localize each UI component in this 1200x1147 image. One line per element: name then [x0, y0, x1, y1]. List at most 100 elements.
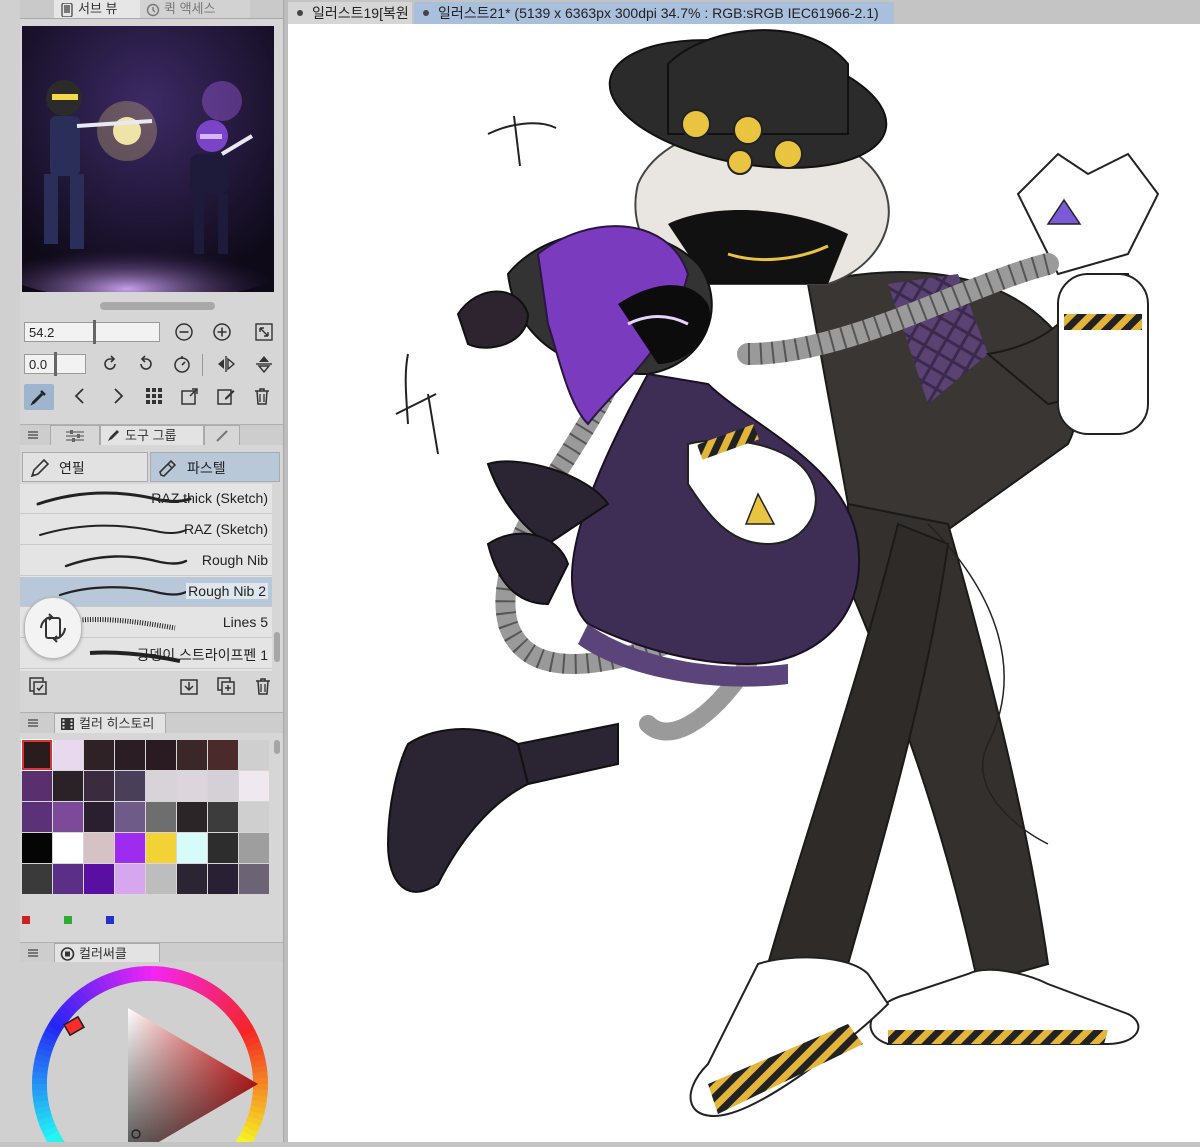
fit-to-window-button[interactable] [252, 320, 276, 344]
color-swatch[interactable] [53, 864, 83, 894]
brush-item-rough-nib[interactable]: Rough Nib [20, 546, 272, 576]
color-swatch[interactable] [53, 833, 83, 863]
tab-quick-access[interactable]: 퀵 액세스 [140, 0, 250, 18]
edit-button[interactable] [214, 384, 238, 408]
pen-tool-icon [108, 430, 119, 441]
drawing-canvas[interactable] [288, 24, 1200, 1142]
download-subtool-button[interactable] [177, 674, 201, 698]
navigator-thumbnail[interactable] [22, 26, 274, 292]
color-swatch[interactable] [84, 802, 114, 832]
subtool-pencil-button[interactable]: 연필 [22, 452, 148, 482]
document-tab-dot [297, 10, 303, 16]
next-button[interactable] [106, 384, 130, 408]
color-swatch[interactable] [53, 802, 83, 832]
color-wheel[interactable] [20, 962, 283, 1142]
flip-horizontal-button[interactable] [214, 352, 238, 376]
reset-rotation-icon [174, 356, 190, 373]
hue-ring-segment[interactable] [143, 966, 152, 982]
rotate-left-button[interactable] [98, 352, 122, 376]
grid-view-button[interactable] [142, 384, 166, 408]
sliders-icon [66, 430, 84, 442]
color-swatch[interactable] [22, 771, 52, 801]
color-swatch[interactable] [84, 740, 114, 770]
color-swatch[interactable] [177, 771, 207, 801]
subtool-settings-icon [29, 677, 47, 695]
brush-list-scrollbar[interactable] [274, 632, 280, 662]
document-tab-illust19[interactable]: 일러스트19[복원 [288, 2, 412, 24]
color-swatch[interactable] [84, 864, 114, 894]
panel-menu-icon[interactable] [28, 431, 38, 439]
panel-menu-icon[interactable] [28, 719, 38, 727]
tab-tool-group[interactable]: 도구 그룹 [100, 425, 204, 445]
rotation-slider-knob[interactable] [54, 352, 57, 376]
color-history-scrollbar[interactable] [274, 740, 280, 754]
navigator-scrollbar[interactable] [100, 302, 215, 310]
tab-sub-view[interactable]: 서브 뷰 [54, 0, 141, 18]
color-swatch[interactable] [146, 802, 176, 832]
color-swatch[interactable] [239, 864, 269, 894]
previous-button[interactable] [68, 384, 92, 408]
toolbar-separator [202, 354, 203, 376]
color-swatch[interactable] [177, 833, 207, 863]
color-swatch[interactable] [22, 864, 52, 894]
color-swatch[interactable] [177, 864, 207, 894]
floating-screen-button[interactable] [24, 597, 82, 659]
color-swatch[interactable] [146, 833, 176, 863]
color-swatch[interactable] [208, 833, 238, 863]
color-swatch[interactable] [84, 833, 114, 863]
subtool-settings-button[interactable] [26, 674, 50, 698]
flip-vertical-button[interactable] [252, 352, 276, 376]
edit-icon [217, 389, 235, 405]
tab-color-history[interactable]: 컬러 히스토리 [54, 713, 166, 733]
import-image-button[interactable] [178, 384, 202, 408]
zoom-in-button[interactable] [210, 320, 234, 344]
tab-tool-property[interactable] [50, 425, 100, 445]
color-swatch[interactable] [146, 771, 176, 801]
panel-menu-icon[interactable] [28, 949, 38, 957]
zoom-slider-knob[interactable] [93, 320, 96, 344]
color-swatch[interactable] [22, 802, 52, 832]
color-swatch[interactable] [146, 740, 176, 770]
color-swatch[interactable] [53, 771, 83, 801]
tab-brush[interactable] [204, 425, 240, 445]
tab-color-circle[interactable]: 컬러써클 [54, 943, 160, 963]
color-swatch[interactable] [115, 740, 145, 770]
color-swatch[interactable] [146, 864, 176, 894]
subtool-pencil-label: 연필 [59, 460, 85, 476]
color-swatch[interactable] [115, 802, 145, 832]
reset-rotation-button[interactable] [170, 352, 194, 376]
color-swatch[interactable] [22, 833, 52, 863]
eyedropper-button[interactable] [24, 384, 54, 410]
color-swatch[interactable] [177, 740, 207, 770]
color-swatch[interactable] [208, 740, 238, 770]
delete-button[interactable] [250, 384, 274, 408]
zoom-slider[interactable]: 54.2 [24, 320, 160, 344]
color-swatch[interactable] [239, 771, 269, 801]
color-swatch[interactable] [115, 864, 145, 894]
brush-icon [216, 430, 228, 442]
color-swatch[interactable] [53, 740, 83, 770]
subtool-pastel-button[interactable]: 파스텔 [150, 452, 280, 482]
hue-ring-segment[interactable] [31, 1082, 48, 1091]
color-swatch[interactable] [239, 833, 269, 863]
rotate-right-button[interactable] [134, 352, 158, 376]
color-swatch[interactable] [115, 771, 145, 801]
color-swatch[interactable] [239, 740, 269, 770]
color-swatch[interactable] [21, 739, 53, 771]
color-swatch[interactable] [208, 771, 238, 801]
brush-item-raz[interactable]: RAZ (Sketch) [20, 515, 272, 545]
delete-subtool-button[interactable] [251, 674, 275, 698]
color-swatch[interactable] [84, 771, 114, 801]
eyedropper-icon [30, 390, 46, 406]
color-swatch[interactable] [208, 864, 238, 894]
download-icon [180, 679, 198, 695]
color-swatch[interactable] [177, 802, 207, 832]
duplicate-subtool-button[interactable] [214, 674, 238, 698]
color-swatch[interactable] [115, 833, 145, 863]
color-swatch[interactable] [208, 802, 238, 832]
rotation-slider[interactable]: 0.0 [24, 352, 86, 376]
brush-item-raz-thick[interactable]: RAZ thick (Sketch) [20, 484, 272, 514]
document-tab-illust21[interactable]: 일러스트21* (5139 x 6363px 300dpi 34.7% : RG… [414, 2, 894, 24]
zoom-out-button[interactable] [172, 320, 196, 344]
color-swatch[interactable] [239, 802, 269, 832]
